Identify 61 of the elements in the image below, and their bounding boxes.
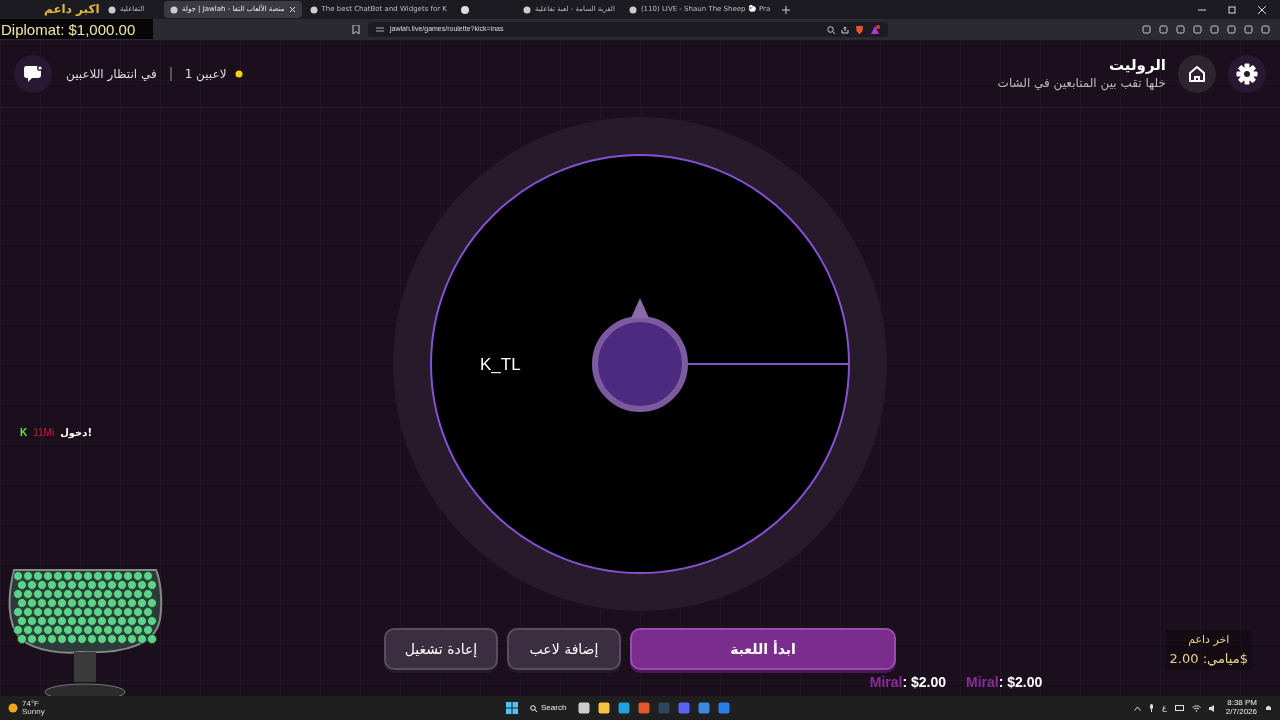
donation-text: Miral: $2.00 — [966, 673, 1043, 692]
sun-icon — [8, 703, 18, 713]
segment-label: K_TL — [480, 354, 521, 376]
page-subtitle: خلها تقب بين المتابعين في الشات — [997, 74, 1166, 92]
action-button[interactable]: إعادة تشغيل — [384, 628, 498, 670]
clock[interactable]: 8:38 PM 2/7/2026 — [1225, 699, 1257, 717]
home-icon — [1187, 63, 1207, 84]
app-tile-icon[interactable] — [658, 702, 671, 714]
search-icon — [530, 704, 537, 712]
app-tile-icon[interactable] — [718, 702, 731, 714]
site-settings-icon — [376, 26, 384, 33]
last-donor-name: ميامي: 2.00$ — [1169, 649, 1248, 668]
chat-username: 11Mi — [33, 426, 55, 440]
chat-button[interactable] — [14, 54, 52, 93]
wifi-icon[interactable] — [1191, 704, 1201, 712]
page-icon — [522, 5, 531, 14]
status-text: في انتظار اللاعبين — [66, 65, 157, 83]
donation-text: Miral: $2.00 — [869, 673, 946, 692]
app-tile-icon[interactable] — [638, 702, 651, 714]
close-icon — [288, 6, 296, 13]
player-count: 1 لاعبين — [184, 65, 227, 83]
new-tab-icon[interactable] — [782, 5, 791, 14]
chat-bubble-icon — [23, 64, 43, 83]
app-tile-icon[interactable] — [618, 702, 631, 714]
start-game-button[interactable]: ابدأ اللعبة — [630, 628, 896, 670]
chat-message: دخول! — [60, 426, 93, 440]
page-icon — [108, 5, 116, 14]
page-title: الروليت — [1107, 55, 1166, 74]
language-indicator[interactable]: ع — [1162, 702, 1167, 714]
close-icon[interactable] — [1258, 5, 1266, 14]
settings-button[interactable] — [1228, 54, 1266, 93]
page-icon — [170, 5, 178, 14]
share-icon[interactable] — [841, 25, 849, 34]
maximize-icon[interactable] — [1228, 5, 1236, 14]
top-donor-name: Diplomat: $1,000.00 — [1, 20, 136, 40]
page-icon — [309, 5, 318, 14]
settings-icon — [1236, 62, 1258, 85]
action-button[interactable]: إضافة لاعب — [507, 628, 621, 670]
bookmark-icon[interactable] — [352, 25, 360, 34]
platform-label: K — [20, 426, 28, 440]
temperature-text: 74°F — [22, 700, 40, 708]
page-icon — [628, 5, 637, 14]
app-tile-icon[interactable] — [578, 702, 591, 714]
chevron-up-icon[interactable] — [1134, 705, 1142, 711]
search-button[interactable]: Search — [526, 702, 571, 714]
monitor-icon[interactable] — [1174, 704, 1184, 712]
status-dot-icon — [234, 69, 243, 78]
app-tile-icon[interactable] — [678, 702, 691, 714]
top-donor-title: اكبر داعم — [44, 1, 100, 18]
lion-shield-icon[interactable] — [855, 24, 864, 35]
zoom-icon[interactable] — [827, 25, 835, 34]
weather-text: Sunny — [22, 708, 45, 716]
home-button[interactable] — [1178, 54, 1216, 93]
notification-bell-icon[interactable] — [1265, 704, 1272, 712]
app-tile-icon[interactable] — [698, 702, 711, 714]
microphone-icon[interactable] — [1149, 704, 1155, 712]
windows-logo-icon[interactable] — [506, 702, 518, 714]
last-donor-title: اخر داعم — [1187, 632, 1231, 648]
pointer-icon — [631, 298, 649, 318]
app-tile-icon[interactable] — [598, 702, 611, 714]
triangle-rewards-icon[interactable] — [870, 24, 880, 35]
